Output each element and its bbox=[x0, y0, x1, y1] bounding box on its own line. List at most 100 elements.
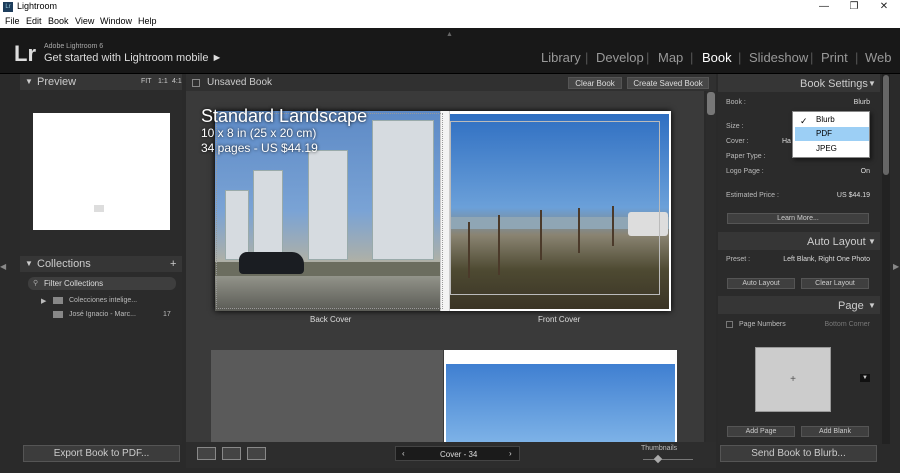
collections-header[interactable]: ▼ Collections + bbox=[20, 256, 182, 272]
page-numbers-checkbox[interactable] bbox=[726, 321, 733, 328]
book-settings-header[interactable]: Book Settings ▼ bbox=[718, 74, 880, 92]
collapse-icon[interactable]: ▼ bbox=[868, 301, 876, 310]
canvas-scrollbar[interactable] bbox=[706, 91, 716, 442]
collapse-icon[interactable]: ▼ bbox=[868, 237, 876, 246]
next-page-icon[interactable]: › bbox=[509, 449, 512, 458]
right-scrollbar-thumb[interactable] bbox=[883, 75, 889, 175]
cover-select[interactable]: Ha bbox=[782, 138, 791, 145]
front-cover-label: Front Cover bbox=[538, 315, 581, 324]
auto-layout-button[interactable]: Auto Layout bbox=[727, 278, 795, 289]
create-saved-book-button[interactable]: Create Saved Book bbox=[627, 77, 709, 89]
preview-logo-mark bbox=[94, 205, 104, 212]
module-separator: | bbox=[738, 50, 742, 65]
menu-bar: File Edit Book View Window Help bbox=[0, 14, 900, 28]
page-header[interactable]: Page ▼ bbox=[718, 296, 880, 314]
module-library[interactable]: Library bbox=[541, 50, 581, 65]
maximize-button[interactable]: ❐ bbox=[840, 0, 868, 14]
logo-page-label: Logo Page : bbox=[726, 168, 764, 175]
dropdown-option-jpeg[interactable]: JPEG bbox=[795, 142, 869, 156]
module-separator: | bbox=[646, 50, 650, 65]
dropdown-option-pdf[interactable]: PDF bbox=[795, 127, 869, 141]
page-numbers-label: Page Numbers bbox=[739, 321, 786, 328]
collapse-icon[interactable]: ▼ bbox=[25, 259, 33, 268]
left-panel-toggle-icon[interactable]: ◀ bbox=[0, 262, 6, 271]
send-to-blurb-button[interactable]: Send Book to Blurb... bbox=[720, 445, 877, 462]
title-bar: Lr Lightroom — ❐ ✕ bbox=[0, 0, 900, 14]
page-photo[interactable] bbox=[446, 364, 675, 442]
page-numbers-position[interactable]: Bottom Corner bbox=[810, 321, 870, 328]
add-page-button[interactable]: Add Page bbox=[727, 426, 795, 437]
menu-help[interactable]: Help bbox=[138, 16, 157, 26]
module-web[interactable]: Web bbox=[865, 50, 892, 65]
preview-header[interactable]: ▼ Preview FIT 1:1 4:1 bbox=[20, 74, 182, 90]
thumbnails-label: Thumbnails bbox=[641, 445, 678, 452]
module-separator: | bbox=[855, 50, 859, 65]
preset-select[interactable]: Left Blank, Right One Photo bbox=[766, 256, 870, 263]
right-panel-toggle-icon[interactable]: ▶ bbox=[893, 262, 899, 271]
building bbox=[372, 120, 434, 260]
add-collection-icon[interactable]: + bbox=[170, 258, 176, 270]
book-select[interactable]: Blurb bbox=[820, 99, 870, 106]
top-panel-toggle-icon[interactable]: ▲ bbox=[446, 31, 453, 38]
search-icon: ⚲ bbox=[33, 280, 39, 287]
menu-edit[interactable]: Edit bbox=[26, 16, 42, 26]
fence-post bbox=[468, 222, 470, 278]
book-dimensions: 10 x 8 in (25 x 20 cm) bbox=[201, 126, 317, 140]
cover-label: Cover : bbox=[726, 138, 749, 145]
module-map[interactable]: Map bbox=[658, 50, 683, 65]
collection-item[interactable]: José Ignacio - Marc... bbox=[69, 311, 136, 318]
export-pdf-button[interactable]: Export Book to PDF... bbox=[23, 445, 180, 462]
price-label: Estimated Price : bbox=[726, 192, 779, 199]
module-print[interactable]: Print bbox=[821, 50, 848, 65]
minimize-button[interactable]: — bbox=[810, 0, 838, 14]
folder-icon bbox=[53, 297, 63, 304]
checkmark-icon: ✓ bbox=[800, 116, 808, 126]
close-button[interactable]: ✕ bbox=[870, 0, 898, 14]
learn-more-button[interactable]: Learn More... bbox=[727, 213, 869, 224]
template-menu-icon[interactable]: ▼ bbox=[860, 374, 870, 382]
scrollbar-thumb[interactable] bbox=[707, 92, 715, 115]
prev-page-icon[interactable]: ‹ bbox=[402, 449, 405, 458]
menu-window[interactable]: Window bbox=[100, 16, 132, 26]
zoom-fit[interactable]: FIT bbox=[141, 78, 152, 85]
collapse-icon[interactable]: ▼ bbox=[868, 79, 876, 88]
dropdown-option-blurb[interactable]: ✓ Blurb bbox=[795, 113, 869, 127]
page-spread-left[interactable] bbox=[211, 350, 443, 442]
collection-icon bbox=[53, 311, 63, 318]
multi-page-view-icon[interactable] bbox=[197, 447, 216, 460]
fence-post bbox=[612, 206, 614, 246]
module-book[interactable]: Book bbox=[702, 50, 732, 65]
zoom-4-1[interactable]: 4:1 bbox=[172, 78, 182, 85]
collapse-icon[interactable]: ▼ bbox=[25, 77, 33, 86]
add-blank-button[interactable]: Add Blank bbox=[801, 426, 869, 437]
module-slideshow[interactable]: Slideshow bbox=[749, 50, 808, 65]
brand-text: Adobe Lightroom 6 bbox=[44, 43, 104, 50]
thumbnail-size-slider[interactable] bbox=[643, 459, 693, 460]
car bbox=[239, 252, 304, 274]
clear-book-button[interactable]: Clear Book bbox=[568, 77, 622, 89]
book-spine[interactable] bbox=[440, 111, 450, 311]
mobile-link[interactable]: Get started with Lightroom mobile ► bbox=[44, 52, 222, 64]
preview-thumbnail bbox=[33, 113, 170, 230]
expand-icon[interactable]: ▶ bbox=[41, 297, 46, 305]
page-template-preview[interactable]: + bbox=[755, 347, 831, 412]
filter-collections-input[interactable]: Filter Collections bbox=[28, 277, 176, 290]
paper-label: Paper Type : bbox=[726, 153, 766, 160]
collection-set-item[interactable]: Colecciones intelige... bbox=[69, 297, 137, 304]
menu-view[interactable]: View bbox=[75, 16, 94, 26]
spread-view-icon[interactable] bbox=[222, 447, 241, 460]
auto-layout-header[interactable]: Auto Layout ▼ bbox=[718, 232, 880, 250]
menu-file[interactable]: File bbox=[5, 16, 20, 26]
clear-layout-button[interactable]: Clear Layout bbox=[801, 278, 869, 289]
book-type-dropdown[interactable]: ✓ Blurb PDF JPEG bbox=[792, 111, 870, 158]
price-value: US $44.19 bbox=[836, 192, 870, 199]
zoom-1-1[interactable]: 1:1 bbox=[158, 78, 168, 85]
single-page-view-icon[interactable] bbox=[247, 447, 266, 460]
module-develop[interactable]: Develop bbox=[596, 50, 644, 65]
page-title: Page bbox=[838, 300, 864, 312]
logo-page-select[interactable]: On bbox=[830, 168, 870, 175]
menu-book[interactable]: Book bbox=[48, 16, 69, 26]
preview-title: Preview bbox=[37, 76, 77, 88]
module-separator: | bbox=[810, 50, 814, 65]
fence-post bbox=[498, 215, 500, 275]
